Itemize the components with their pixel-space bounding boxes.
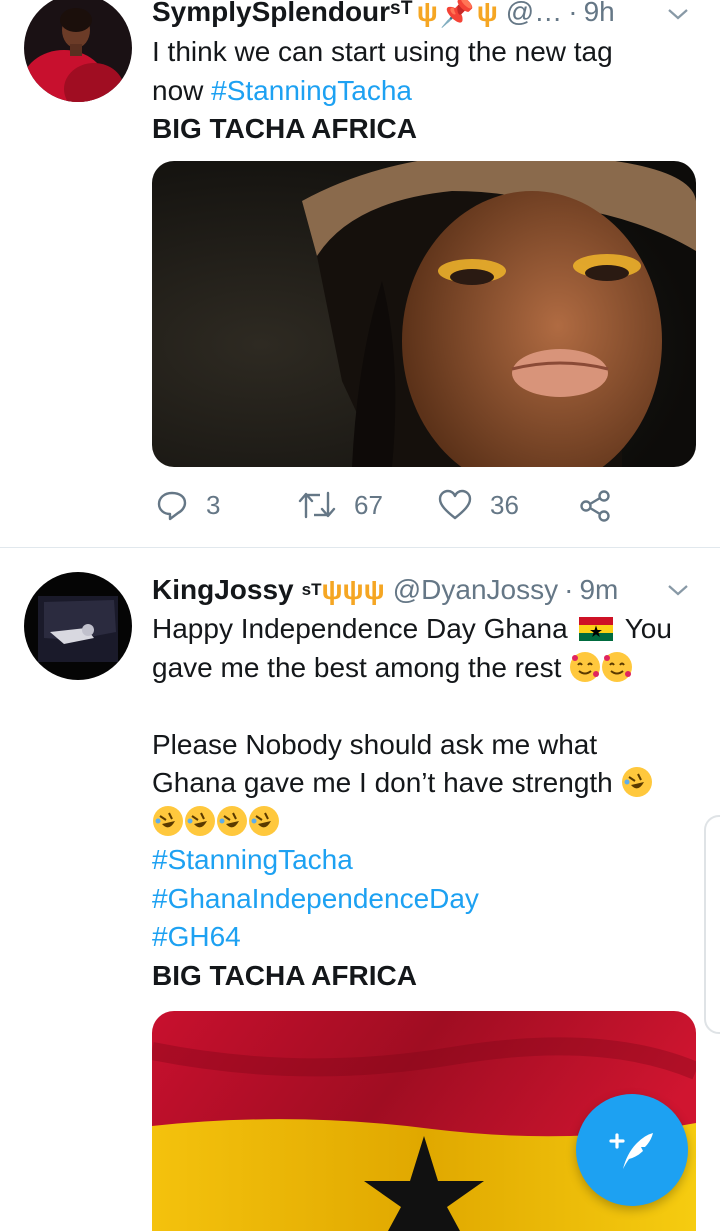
tweet-text: I think we can start using the new tag n… [152, 33, 692, 149]
hashtag-link[interactable]: #GhanaIndependenceDay [152, 880, 692, 919]
retweet-icon [298, 491, 336, 519]
separator-dot: · [568, 0, 578, 27]
text-line: Please Nobody should ask me what [152, 728, 598, 760]
text-fragment: Happy Independence Day Ghana [152, 613, 568, 644]
text-line [152, 803, 692, 842]
smiling-face-with-hearts-emoji-icon [570, 651, 601, 682]
scrollbar-thumb[interactable] [704, 815, 720, 1034]
avatar[interactable] [24, 572, 132, 680]
pushpin-emoji-icon: 📌 [439, 0, 475, 28]
text-line: Ghana gave me I don’t have strength [152, 764, 692, 803]
smiling-face-with-hearts-emoji-icon [602, 651, 633, 682]
timestamp[interactable]: 9m [579, 574, 618, 606]
like-button[interactable]: 36 [438, 489, 519, 521]
text-fragment: You [624, 613, 672, 644]
avatar[interactable] [24, 0, 132, 102]
text-fragment: gave me the best among the rest [152, 651, 562, 683]
compose-tweet-icon [609, 1133, 653, 1169]
tweet-header: SymplySplendourˢᵀ ψ 📌 ψ @… · 9h [152, 0, 615, 30]
tweet-text: Happy Independence Day Ghana You gave me… [152, 610, 692, 995]
rolling-laughing-emoji-icon [621, 767, 652, 797]
tweet-actions: 3 67 36 [152, 483, 692, 533]
bold-caption: BIG TACHA AFRICA [152, 959, 417, 991]
rolling-laughing-emoji-icon [185, 805, 215, 836]
trident-emoji-icon: ψ [476, 0, 498, 27]
bold-caption: BIG TACHA AFRICA [152, 113, 417, 144]
text-line: gave me the best among the rest [152, 649, 692, 688]
text-line: I think we can start using the new tag [152, 36, 613, 67]
ghana-flag-emoji-icon [579, 613, 614, 641]
share-icon [580, 490, 610, 522]
reply-count: 3 [206, 489, 221, 520]
handle[interactable]: @… [506, 0, 562, 28]
retweet-button[interactable]: 67 [298, 489, 383, 521]
like-count: 36 [490, 489, 519, 520]
timestamp[interactable]: 9h [584, 0, 615, 28]
text-fragment: now [152, 74, 204, 106]
compose-tweet-button[interactable] [576, 1094, 688, 1206]
hashtag-link[interactable]: #StanningTacha [152, 841, 692, 880]
display-name[interactable]: KingJossy [152, 574, 294, 606]
trident-emoji-icon: ψψψ [321, 574, 385, 605]
tweet-1[interactable]: SymplySplendourˢᵀ ψ 📌 ψ @… · 9h I think … [0, 0, 720, 548]
text-fragment: Ghana gave me I don’t have strength [152, 767, 613, 798]
display-name[interactable]: SymplySplendourˢᵀ [152, 0, 413, 28]
heart-icon [438, 489, 472, 520]
trident-emoji-icon: ψ [416, 0, 438, 27]
retweet-count: 67 [354, 489, 383, 520]
rolling-laughing-emoji-icon [249, 805, 279, 836]
separator-dot: · [564, 574, 574, 605]
tweet-photo[interactable] [152, 161, 696, 467]
superscript-tag: sT [301, 580, 322, 599]
rolling-laughing-emoji-icon [217, 805, 247, 836]
handle[interactable]: @DyanJossy [393, 574, 558, 606]
reply-icon [157, 491, 187, 521]
text-line: now #StanningTacha [152, 72, 692, 111]
tweet-header: KingJossy sT ψψψ @DyanJossy · 9m [152, 572, 618, 608]
text-line: Happy Independence Day Ghana You [152, 610, 692, 649]
hashtag-link[interactable]: #StanningTacha [211, 75, 412, 106]
hashtag-link[interactable]: #GH64 [152, 918, 692, 957]
chevron-down-icon[interactable] [666, 2, 690, 26]
share-button[interactable] [578, 489, 630, 523]
rolling-laughing-emoji-icon [153, 805, 183, 836]
chevron-down-icon[interactable] [666, 578, 690, 602]
reply-button[interactable]: 3 [156, 489, 220, 521]
